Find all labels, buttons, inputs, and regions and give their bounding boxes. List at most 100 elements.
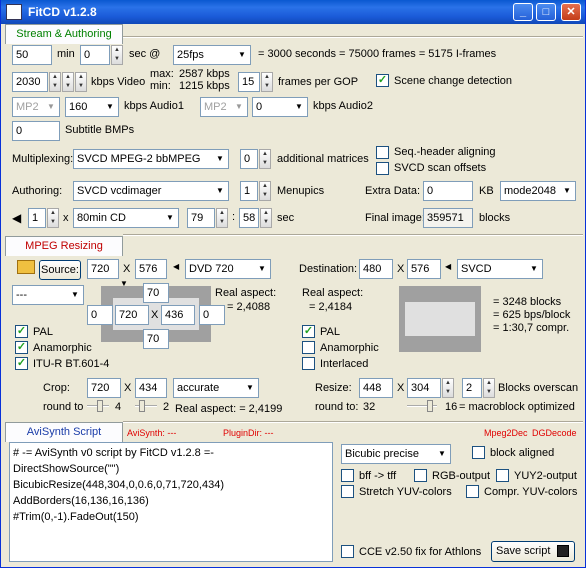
scan-offsets-checkbox[interactable] (376, 162, 389, 175)
source-crop-width-field[interactable]: 720 (115, 305, 149, 325)
spin-up-icon[interactable]: ▲ (76, 73, 86, 82)
source-left-field[interactable]: 0 (87, 305, 113, 325)
subtitle-field[interactable]: 0 (12, 121, 60, 141)
gop-field[interactable]: 15 (238, 72, 260, 92)
resize-height-field[interactable]: 304 (407, 378, 441, 398)
spin-down-icon[interactable]: ▼ (260, 191, 270, 200)
extra-data-field[interactable]: 0 (423, 181, 473, 201)
spin-up-icon[interactable]: ▲ (260, 182, 270, 191)
resize-method-select[interactable]: Bicubic precise ▼ (341, 444, 451, 464)
spin-down-icon[interactable]: ▼ (217, 218, 227, 227)
chevron-down-icon[interactable]: ▼ (212, 182, 228, 200)
script-editor[interactable]: # -= AviSynth v0 script by FitCD v1.2.8 … (9, 442, 333, 562)
tab-avisynth-script[interactable]: AviSynth Script (5, 422, 123, 442)
stretch-yuv-checkbox[interactable] (341, 485, 354, 498)
audio2-kbps-select[interactable]: 0 ▼ (252, 97, 308, 117)
slider-thumb[interactable] (139, 400, 145, 412)
spin-down-icon[interactable]: ▼ (262, 82, 272, 91)
spin-down-icon[interactable]: ▼ (260, 159, 270, 168)
dest-width-field[interactable]: 480 (359, 259, 393, 279)
chevron-down-icon[interactable]: ▼ (102, 98, 118, 116)
dest-anamorphic-checkbox[interactable] (302, 341, 315, 354)
crop-width-field[interactable]: 720 (87, 378, 121, 398)
chevron-down-icon[interactable]: ▼ (559, 182, 575, 200)
spin-down-icon[interactable]: ▼ (63, 82, 73, 91)
crop-mode-select[interactable]: accurate ▼ (173, 378, 259, 398)
block-aligned-checkbox[interactable] (472, 446, 485, 459)
slider-thumb[interactable] (427, 400, 433, 412)
source-width-field[interactable]: 720 (87, 259, 119, 279)
itu-checkbox[interactable]: ✓ (15, 357, 28, 370)
minimize-button[interactable]: _ (513, 3, 533, 21)
round-slider-1[interactable] (87, 399, 109, 413)
video-kbps-field[interactable]: 2030 (12, 72, 48, 92)
compr-yuv-checkbox[interactable] (466, 485, 479, 498)
spin-down-icon[interactable]: ▼ (484, 388, 494, 397)
audio2-codec-select[interactable]: MP2 ▼ (200, 97, 248, 117)
spin-up-icon[interactable]: ▲ (217, 209, 227, 218)
chevron-down-icon[interactable]: ▼ (291, 98, 307, 116)
chevron-down-icon[interactable]: ▼ (234, 46, 250, 64)
bff-checkbox[interactable] (341, 469, 354, 482)
spin-down-icon[interactable]: ▼ (76, 82, 86, 91)
title-bar[interactable]: FitCD v1.2.8 _ □ ✕ (1, 0, 585, 24)
dest-format-select[interactable]: SVCD ▼ (457, 259, 543, 279)
video-spinner-1[interactable]: ▲ ▼ (49, 72, 61, 92)
mpeg2dec-link[interactable]: Mpeg2Dec (484, 428, 528, 438)
dest-height-field[interactable]: 576 (407, 259, 441, 279)
spin-up-icon[interactable]: ▲ (63, 73, 73, 82)
chevron-down-icon[interactable]: ▼ (212, 150, 228, 168)
spin-up-icon[interactable]: ▲ (443, 379, 453, 388)
spin-down-icon[interactable]: ▼ (112, 55, 122, 64)
spin-down-icon[interactable]: ▼ (261, 218, 271, 227)
audio1-kbps-select[interactable]: 160 ▼ (65, 97, 119, 117)
resize-height-spinner[interactable]: ▲ ▼ (442, 378, 454, 398)
crop-height-field[interactable]: 434 (135, 378, 167, 398)
source-height-field[interactable]: 576 (135, 259, 167, 279)
chevron-down-icon[interactable]: ▼ (434, 445, 450, 463)
disc-count-field[interactable]: 1 (28, 208, 46, 228)
seq-header-checkbox[interactable] (376, 146, 389, 159)
spin-up-icon[interactable]: ▲ (48, 209, 58, 218)
matrices-spinner[interactable]: ▲ ▼ (259, 149, 271, 169)
seconds-spinner[interactable]: ▲ ▼ (111, 45, 123, 65)
source-format-left-arrow[interactable]: ◀ (173, 262, 179, 271)
source-crop-height-field[interactable]: 436 (161, 305, 195, 325)
yuy2-output-checkbox[interactable] (496, 469, 509, 482)
chevron-down-icon[interactable]: ▼ (242, 379, 258, 397)
spin-up-icon[interactable]: ▲ (260, 150, 270, 159)
source-bottom-field[interactable]: 70 (143, 329, 169, 349)
disc-type-select[interactable]: 80min CD ▼ (73, 208, 179, 228)
spin-up-icon[interactable]: ▲ (112, 46, 122, 55)
menupics-field[interactable]: 1 (240, 181, 258, 201)
source-right-field[interactable]: 0 (199, 305, 225, 325)
dest-interlaced-checkbox[interactable] (302, 357, 315, 370)
spin-up-icon[interactable]: ▲ (261, 209, 271, 218)
anamorphic-checkbox[interactable]: ✓ (15, 341, 28, 354)
chevron-down-icon[interactable]: ▼ (43, 98, 59, 116)
rgb-output-checkbox[interactable] (414, 469, 427, 482)
tab-stream-authoring[interactable]: Stream & Authoring (5, 24, 123, 44)
video-spinner-2[interactable]: ▲ ▼ (62, 72, 74, 92)
mode-select[interactable]: mode2048 ▼ (500, 181, 576, 201)
chevron-down-icon[interactable]: ▼ (162, 209, 178, 227)
gop-spinner[interactable]: ▲ ▼ (261, 72, 273, 92)
close-button[interactable]: ✕ (561, 3, 581, 21)
maximize-button[interactable]: □ (536, 3, 556, 21)
chevron-down-icon[interactable]: ▼ (526, 260, 542, 278)
menupics-spinner[interactable]: ▲ ▼ (259, 181, 271, 201)
disc-minutes-field[interactable]: 79 (187, 208, 215, 228)
video-spinner-3[interactable]: ▲ ▼ (75, 72, 87, 92)
dest-format-left-arrow[interactable]: ◀ (445, 262, 451, 271)
source-preset-select[interactable]: --- ▼ (12, 285, 84, 305)
spin-down-icon[interactable]: ▼ (48, 218, 58, 227)
disc-seconds-spinner[interactable]: ▲ ▼ (260, 208, 272, 228)
spin-up-icon[interactable]: ▲ (50, 73, 60, 82)
minutes-field[interactable]: 50 (12, 45, 52, 65)
chevron-down-icon[interactable]: ▼ (254, 260, 270, 278)
chevron-down-icon[interactable]: ▼ (67, 286, 83, 304)
spin-up-icon[interactable]: ▲ (262, 73, 272, 82)
open-folder-icon[interactable] (17, 260, 35, 274)
matrices-field[interactable]: 0 (240, 149, 258, 169)
chevron-down-icon[interactable]: ▼ (231, 98, 247, 116)
